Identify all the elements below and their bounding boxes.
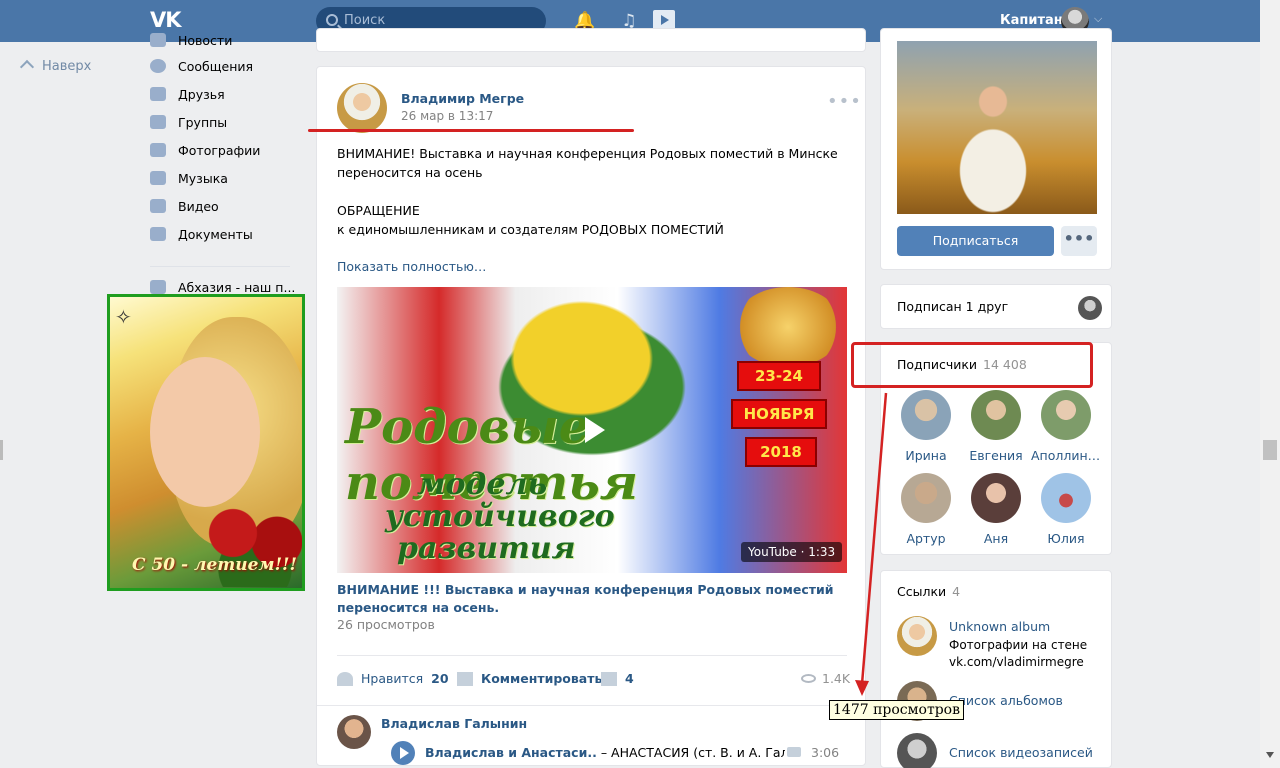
views-tooltip: 1477 просмотров [829, 700, 964, 720]
annotation-arrow [855, 392, 888, 696]
